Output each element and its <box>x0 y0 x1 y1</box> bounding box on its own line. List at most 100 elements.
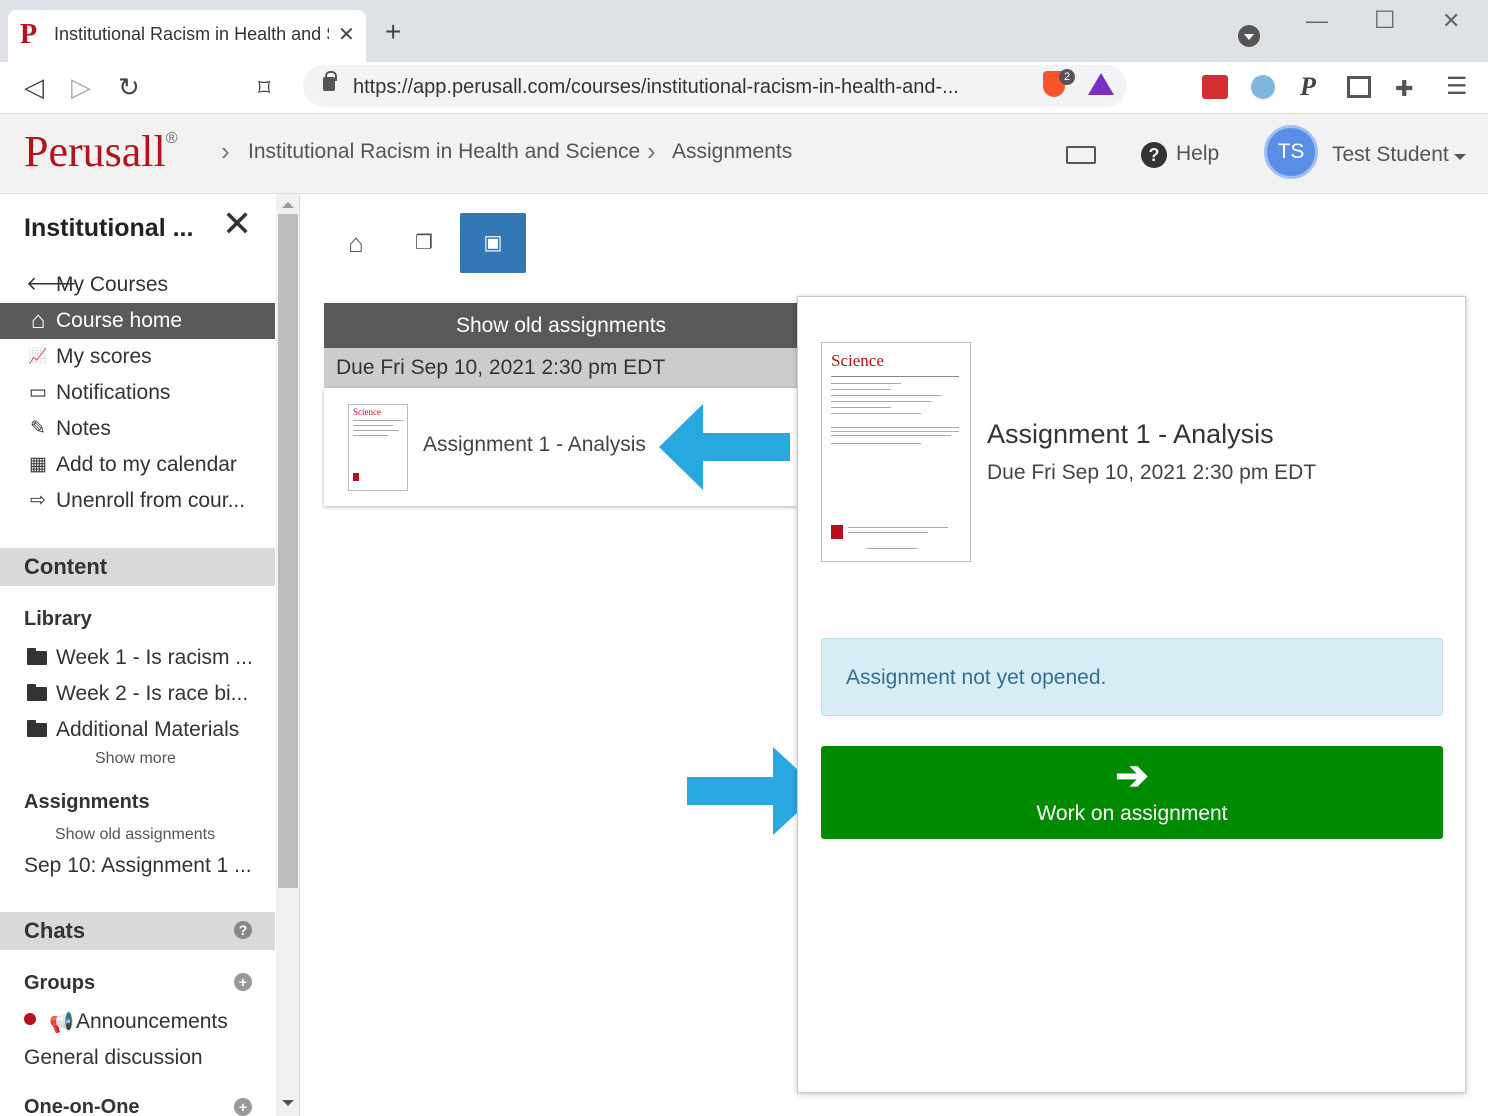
app-header: Perusall® › Institutional Racism in Heal… <box>0 114 1488 194</box>
folder-icon <box>27 720 47 737</box>
scroll-up-icon[interactable] <box>282 202 294 208</box>
question-circle-icon[interactable]: ? <box>234 921 252 939</box>
assignments-label[interactable]: Assignments <box>24 791 150 814</box>
work-on-assignment-label: Work on assignment <box>1036 802 1228 825</box>
pencil-icon: ✎ <box>30 418 46 439</box>
tab-title: Institutional Racism in Health and Scien… <box>54 24 329 44</box>
library-item[interactable]: Week 1 - Is racism ... <box>56 646 253 670</box>
minimize-button[interactable]: — <box>1306 8 1328 34</box>
window-close-button[interactable]: ✕ <box>1442 8 1460 34</box>
avatar[interactable]: TS <box>1264 125 1318 179</box>
announcements-item[interactable]: Announcements <box>76 1010 228 1034</box>
address-bar[interactable]: https://app.perusall.com/courses/institu… <box>303 65 1127 107</box>
home-icon: ⌂ <box>30 307 46 334</box>
sidebar-item-label: Notifications <box>56 381 171 404</box>
help-link[interactable]: Help <box>1176 142 1219 166</box>
extension-icon[interactable] <box>1251 75 1275 99</box>
sidebar-item-unenroll[interactable]: ⇨ Unenroll from cour... <box>0 483 275 519</box>
breadcrumb-assignments[interactable]: Assignments <box>672 140 792 164</box>
content-section-header: Content <box>0 548 275 586</box>
scroll-down-icon[interactable] <box>282 1100 294 1106</box>
reload-icon[interactable]: ↻ <box>118 72 140 103</box>
inbox-icon: ▭ <box>29 382 47 403</box>
assignment-title: Assignment 1 - Analysis <box>423 433 646 456</box>
perusall-extension-icon[interactable]: P <box>1300 72 1316 102</box>
close-sidebar-icon[interactable]: ✕ <box>222 206 252 242</box>
work-on-assignment-button[interactable]: ➔ Work on assignment <box>821 746 1443 839</box>
line-chart-icon: 📈 <box>28 348 48 365</box>
sidebar-item-label: Notes <box>56 417 111 440</box>
sidebar-item-label: Add to my calendar <box>56 453 237 476</box>
perusall-logo[interactable]: Perusall® <box>24 126 178 177</box>
documents-tab-button[interactable]: ❐ <box>391 213 457 273</box>
add-chat-icon[interactable]: + <box>234 1098 252 1116</box>
sidebar-item-notifications[interactable]: ▭ Notifications <box>0 375 275 411</box>
caret-down-icon[interactable] <box>1454 154 1466 160</box>
logo-text: Perusall <box>24 127 166 176</box>
home-tab-button[interactable]: ⌂ <box>323 213 389 273</box>
bullhorn-icon: 📢 <box>49 1012 74 1034</box>
tab-close-icon[interactable]: ✕ <box>338 22 355 47</box>
sidebar-item-notes[interactable]: ✎ Notes <box>0 411 275 447</box>
perusall-favicon-icon: P <box>20 19 38 50</box>
sidebar-scrollbar-thumb[interactable] <box>278 214 298 888</box>
calendar-icon: ▦ <box>29 454 47 475</box>
shields-count-badge: 2 <box>1059 69 1075 85</box>
browser-menu-icon[interactable]: ☰ <box>1446 72 1468 101</box>
arrow-right-icon: ➔ <box>1115 754 1149 798</box>
home-icon: ⌂ <box>348 228 364 258</box>
assignment-detail-panel: Science Assignment 1 - Analysis Due Fri … <box>797 296 1466 1093</box>
forward-icon[interactable]: ▷ <box>71 72 91 103</box>
sidebar-item-label: Unenroll from cour... <box>56 489 246 512</box>
user-menu[interactable]: Test Student <box>1332 143 1449 167</box>
sign-out-icon: ⇨ <box>30 490 46 511</box>
folder-icon <box>27 648 47 665</box>
assignments-tab-button[interactable]: ▣ <box>460 213 526 273</box>
detail-title: Assignment 1 - Analysis <box>987 419 1274 449</box>
sidebar-item-calendar[interactable]: ▦ Add to my calendar <box>0 447 275 483</box>
sidebar-item-course-home[interactable]: ⌂ Course home <box>0 303 275 339</box>
general-discussion-item[interactable]: General discussion <box>24 1046 203 1070</box>
sidebar-item-my-courses[interactable]: 🡐 My Courses <box>0 267 275 303</box>
library-item[interactable]: Week 2 - Is race bi... <box>56 682 248 706</box>
breadcrumb-chevron-icon: › <box>221 136 230 166</box>
due-date-group-header: Due Fri Sep 10, 2021 2:30 pm EDT <box>324 348 798 388</box>
breadcrumb-chevron-icon: › <box>647 136 656 166</box>
unread-dot-icon <box>24 1013 36 1025</box>
reader-mode-icon[interactable] <box>1347 76 1371 98</box>
library-label[interactable]: Library <box>24 608 92 631</box>
back-icon[interactable]: ◁ <box>24 72 44 103</box>
maximize-button[interactable]: ☐ <box>1374 6 1396 35</box>
course-sidebar: Institutional ... ✕ 🡐 My Courses ⌂ Course … <box>0 194 300 1116</box>
bookmark-icon[interactable]: ⌑ <box>258 74 270 103</box>
breadcrumb-course[interactable]: Institutional Racism in Health and Scien… <box>248 140 640 164</box>
url-text: https://app.perusall.com/courses/institu… <box>353 76 959 98</box>
thumbnail-brand: Science <box>831 351 884 370</box>
sidebar-title: Institutional ... <box>24 214 194 242</box>
new-tab-button[interactable]: + <box>385 18 401 46</box>
help-icon[interactable]: ? <box>1141 142 1167 168</box>
browser-tab-bar: P Institutional Racism in Health and Sci… <box>0 0 1488 62</box>
sidebar-assignment-item[interactable]: Sep 10: Assignment 1 ... <box>24 854 252 878</box>
arrow-left-icon: 🡐 <box>26 274 77 295</box>
show-old-assignments-link[interactable]: Show old assignments <box>55 826 215 844</box>
document-thumbnail: Science <box>348 404 408 491</box>
one-on-one-label: One-on-One <box>24 1096 140 1116</box>
status-alert: Assignment not yet opened. <box>821 638 1443 716</box>
document-thumbnail-large: Science <box>821 342 971 562</box>
sidebar-item-my-scores[interactable]: 📈 My scores <box>0 339 275 375</box>
add-group-icon[interactable]: + <box>234 973 252 991</box>
brave-rewards-icon[interactable] <box>1088 73 1114 95</box>
browser-tab[interactable]: P Institutional Racism in Health and Sci… <box>8 10 366 62</box>
browser-toolbar: ◁ ▷ ↻ ⌑ https://app.perusall.com/courses… <box>0 62 1488 114</box>
main-content: ⌂ ❐ ▣ Show old assignments Due Fri Sep 1… <box>300 194 1488 1116</box>
extensions-puzzle-icon[interactable]: ✚ <box>1395 76 1413 102</box>
show-more-link[interactable]: Show more <box>95 750 176 768</box>
show-old-assignments-button[interactable]: Show old assignments <box>324 303 798 348</box>
thumbnail-brand: Science <box>353 407 381 417</box>
annotation-arrow-left <box>659 404 790 490</box>
library-item[interactable]: Additional Materials <box>56 718 239 742</box>
keyboard-shortcuts-icon[interactable] <box>1066 146 1096 164</box>
lastpass-extension-icon[interactable] <box>1202 75 1228 99</box>
tab-search-icon[interactable] <box>1238 25 1260 47</box>
